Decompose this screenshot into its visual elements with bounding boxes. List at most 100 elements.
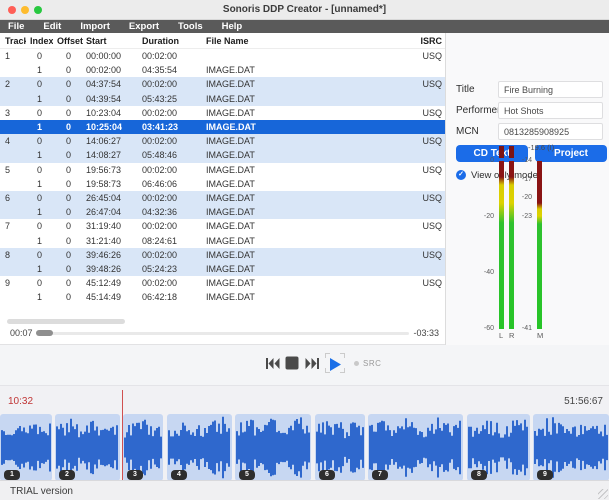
cell-offset: 0: [53, 221, 84, 231]
table-row[interactable]: 80039:46:2600:02:00IMAGE.DATUSQ: [0, 248, 445, 262]
table-row[interactable]: 50019:56:7300:02:00IMAGE.DATUSQ: [0, 163, 445, 177]
cell-duration: 00:02:00: [142, 165, 206, 175]
loudness-readout: -19.6 (I): [528, 143, 554, 152]
cell-file: IMAGE.DAT: [206, 108, 401, 118]
cell-index: 0: [26, 51, 53, 61]
track-marker-badge[interactable]: 3: [127, 470, 143, 480]
track-marker-badge[interactable]: 5: [239, 470, 255, 480]
column-header-index[interactable]: Index: [26, 36, 53, 46]
table-row[interactable]: 1014:08:2705:48:46IMAGE.DAT: [0, 148, 445, 162]
menu-item-import[interactable]: Import: [72, 21, 121, 32]
track-marker-badge[interactable]: 1: [4, 470, 20, 480]
waveform-strip[interactable]: 1 2 3 4 5 6 7 8 9: [0, 414, 609, 481]
cell-offset: 0: [53, 264, 84, 274]
cell-duration: 00:02:00: [142, 79, 206, 89]
m-scale-tick: -20: [510, 194, 532, 201]
play-button[interactable]: [325, 353, 345, 373]
m-scale-tick: -23: [510, 213, 532, 220]
table-row[interactable]: 30010:23:0400:02:00IMAGE.DATUSQ: [0, 106, 445, 120]
table-row[interactable]: 1039:48:2605:24:23IMAGE.DAT: [0, 262, 445, 276]
track-marker-badge[interactable]: 4: [171, 470, 187, 480]
cell-file: IMAGE.DAT: [206, 165, 401, 175]
cell-offset: 0: [53, 94, 84, 104]
progress-thumb[interactable]: [36, 330, 53, 336]
cell-track: 2: [0, 79, 26, 89]
lr-scale-tick: -20: [472, 213, 494, 220]
table-row[interactable]: 60026:45:0400:02:00IMAGE.DATUSQ: [0, 191, 445, 205]
menu-item-export[interactable]: Export: [121, 21, 170, 32]
track-marker-badge[interactable]: 2: [59, 470, 75, 480]
cell-file: IMAGE.DAT: [206, 136, 401, 146]
stop-button[interactable]: [285, 356, 301, 370]
table-row[interactable]: 1026:47:0404:32:36IMAGE.DAT: [0, 205, 445, 219]
cell-start: 39:46:26: [84, 250, 142, 260]
level-meter-left: [499, 161, 504, 329]
table-row[interactable]: 1000:02:0004:35:54IMAGE.DAT: [0, 63, 445, 77]
title-label: Title: [456, 84, 475, 95]
menu-item-tools[interactable]: Tools: [170, 21, 214, 32]
column-header-isrc[interactable]: ISRC: [401, 36, 445, 46]
cell-index: 0: [26, 79, 53, 89]
column-header-duration[interactable]: Duration: [142, 36, 206, 46]
column-header-track[interactable]: Track: [0, 36, 26, 46]
cell-duration: 05:24:23: [142, 264, 206, 274]
performer-field[interactable]: [498, 102, 603, 119]
progress-track[interactable]: [36, 332, 409, 335]
table-row[interactable]: 1004:39:5405:43:25IMAGE.DAT: [0, 92, 445, 106]
cell-duration: 00:02:00: [142, 221, 206, 231]
lr-scale-tick: -60: [472, 325, 494, 332]
cell-offset: 0: [53, 65, 84, 75]
cell-start: 45:14:49: [84, 292, 142, 302]
view-only-checkbox[interactable]: ✓: [456, 170, 466, 180]
track-marker-badge[interactable]: 9: [537, 470, 553, 480]
playhead-line[interactable]: [122, 390, 123, 481]
menu-bar: FileEditImportExportToolsHelp: [0, 20, 609, 33]
cell-start: 31:21:40: [84, 236, 142, 246]
clip-indicator-left: [499, 146, 504, 158]
menu-item-help[interactable]: Help: [214, 21, 254, 32]
table-row[interactable]: 40014:06:2700:02:00IMAGE.DATUSQ: [0, 134, 445, 148]
title-field[interactable]: [498, 81, 603, 98]
cell-offset: 0: [53, 236, 84, 246]
cell-index: 0: [26, 193, 53, 203]
table-row[interactable]: 20004:37:5400:02:00IMAGE.DATUSQ: [0, 77, 445, 91]
remaining-time: -03:33: [413, 328, 439, 338]
table-row[interactable]: 10000:00:0000:02:00USQ: [0, 49, 445, 63]
cell-start: 26:45:04: [84, 193, 142, 203]
cell-file: IMAGE.DAT: [206, 221, 401, 231]
mcn-field[interactable]: [498, 123, 603, 140]
cell-start: 10:25:04: [84, 122, 142, 132]
cell-offset: 0: [53, 292, 84, 302]
table-row[interactable]: 1045:14:4906:42:18IMAGE.DAT: [0, 290, 445, 304]
horizontal-scrollbar[interactable]: [7, 319, 125, 324]
cell-offset: 0: [53, 122, 84, 132]
cell-index: 0: [26, 278, 53, 288]
column-header-file[interactable]: File Name: [206, 36, 401, 46]
src-label: SRC: [363, 359, 381, 368]
column-header-start[interactable]: Start: [84, 36, 142, 46]
track-marker-badge[interactable]: 6: [319, 470, 335, 480]
cell-file: IMAGE.DAT: [206, 207, 401, 217]
cell-track: 7: [0, 221, 26, 231]
table-row[interactable]: 90045:12:4900:02:00IMAGE.DATUSQ: [0, 276, 445, 290]
next-track-button[interactable]: [305, 356, 321, 370]
resize-grip-icon[interactable]: [598, 489, 608, 499]
cell-index: 0: [26, 108, 53, 118]
app-window: Sonoris DDP Creator - [unnamed*] FileEdi…: [0, 0, 609, 500]
table-header: TrackIndexOffsetStartDurationFile NameIS…: [0, 33, 445, 49]
table-row[interactable]: 1010:25:0403:41:23IMAGE.DAT: [0, 120, 445, 134]
menu-item-file[interactable]: File: [0, 21, 35, 32]
cell-duration: 05:48:46: [142, 150, 206, 160]
track-marker-badge[interactable]: 8: [471, 470, 487, 480]
menu-item-edit[interactable]: Edit: [35, 21, 72, 32]
column-header-offset[interactable]: Offset: [53, 36, 84, 46]
track-marker-badge[interactable]: 7: [372, 470, 388, 480]
cell-isrc: USQ: [401, 108, 445, 118]
previous-track-button[interactable]: [264, 356, 280, 370]
cell-duration: 00:02:00: [142, 108, 206, 118]
table-row[interactable]: 70031:19:4000:02:00IMAGE.DATUSQ: [0, 219, 445, 233]
cell-index: 1: [26, 236, 53, 246]
table-row[interactable]: 1019:58:7306:46:06IMAGE.DAT: [0, 177, 445, 191]
table-row[interactable]: 1031:21:4008:24:61IMAGE.DAT: [0, 233, 445, 247]
cell-duration: 00:02:00: [142, 278, 206, 288]
